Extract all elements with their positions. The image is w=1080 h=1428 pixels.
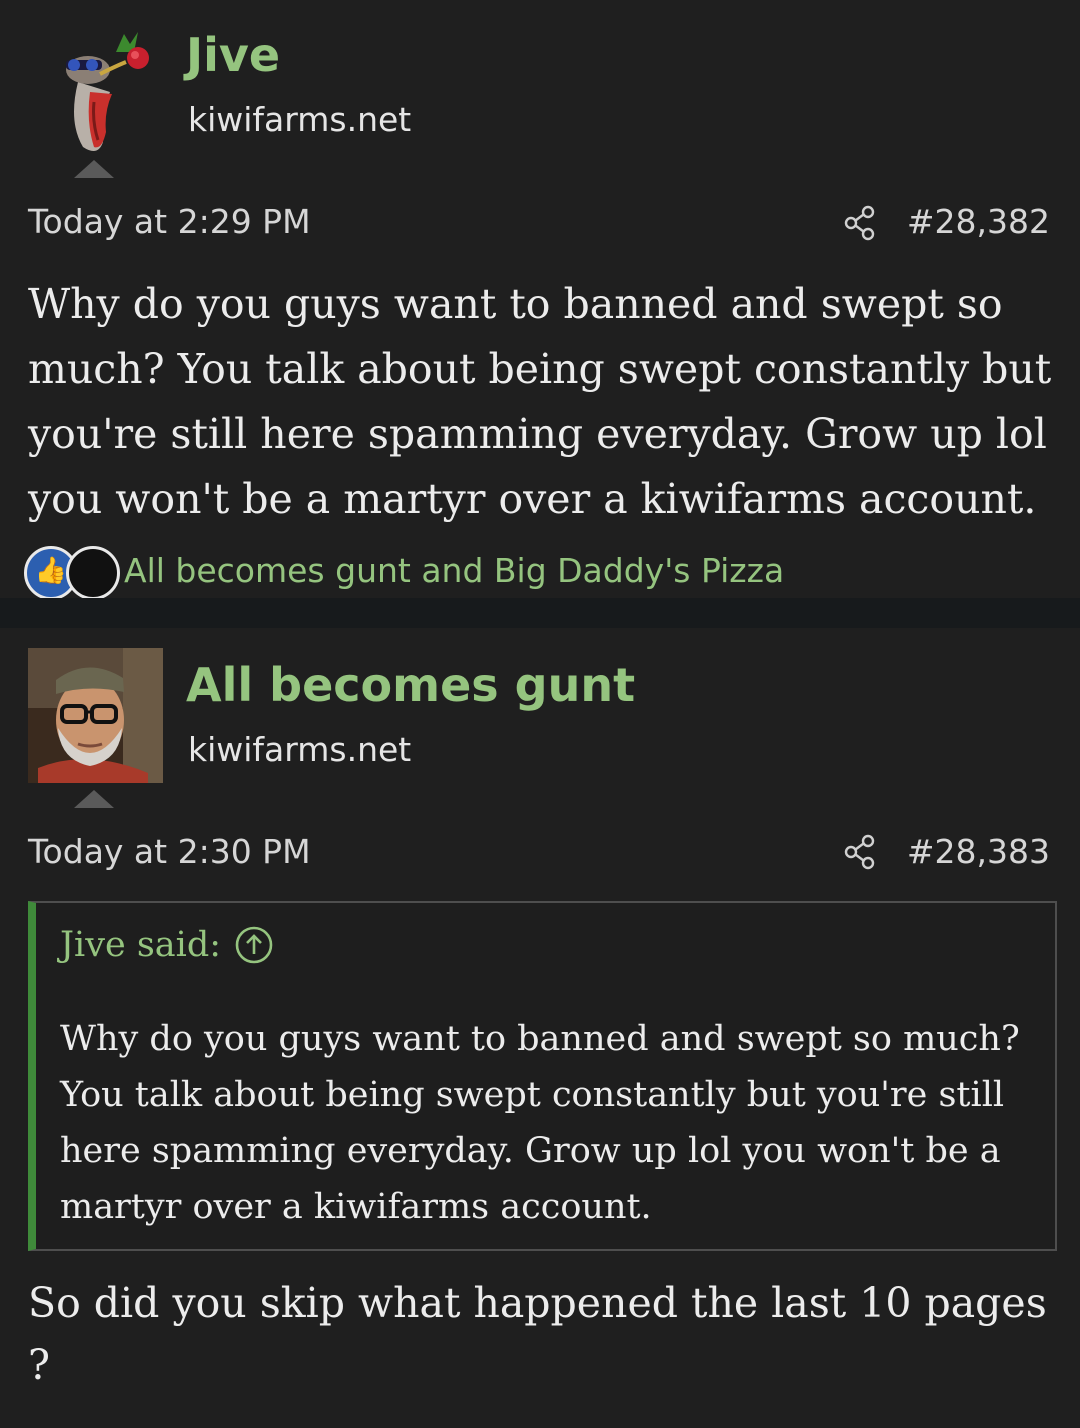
- post-separator: [0, 598, 1080, 628]
- quote-text: Why do you guys want to banned and swept…: [60, 1019, 1020, 1227]
- quote-author[interactable]: Jive said:: [60, 925, 221, 965]
- username[interactable]: Jive: [186, 32, 280, 78]
- user-site: kiwifarms.net: [188, 100, 412, 139]
- avatar-man-photo: [28, 648, 163, 783]
- avatar-caret-icon: [74, 790, 114, 808]
- post-number[interactable]: #28,383: [907, 835, 1050, 868]
- post-body: So did you skip what happened the last 1…: [28, 1279, 1047, 1389]
- post-timestamp[interactable]: Today at 2:29 PM: [28, 205, 311, 238]
- post: Jive kiwifarms.net Today at 2:29 PM #28,…: [0, 0, 1080, 600]
- arrow-up-circle-icon[interactable]: [234, 925, 273, 964]
- avatar[interactable]: [28, 648, 163, 783]
- post-body: Why do you guys want to banned and swept…: [28, 280, 1052, 523]
- user-site: kiwifarms.net: [188, 730, 412, 769]
- quote-block: Jive said: Why do you guys want to banne…: [28, 901, 1057, 1251]
- post-number[interactable]: #28,382: [907, 205, 1050, 238]
- avatar-caret-icon: [74, 160, 114, 178]
- reactions-bar[interactable]: 👍 All becomes gunt and Big Daddy's Pizza: [22, 544, 1062, 602]
- post-timestamp[interactable]: Today at 2:30 PM: [28, 835, 311, 868]
- reactors-list[interactable]: All becomes gunt and Big Daddy's Pizza: [124, 552, 784, 589]
- share-icon[interactable]: [842, 205, 878, 241]
- share-icon[interactable]: [842, 834, 878, 870]
- post: All becomes gunt kiwifarms.net Today at …: [0, 628, 1080, 1428]
- username[interactable]: All becomes gunt: [186, 662, 635, 708]
- reaction-icon: [66, 546, 120, 600]
- avatar[interactable]: [28, 22, 163, 157]
- avatar-turkey-image: [28, 22, 163, 157]
